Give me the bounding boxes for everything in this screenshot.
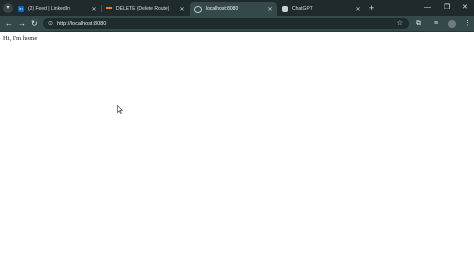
site-info-icon[interactable]: ⊙ (48, 20, 53, 27)
globe-icon (194, 5, 202, 13)
tab-title: ChatGPT (292, 6, 313, 12)
tab-title: localhost:8080 (206, 6, 239, 12)
browser-toolbar: ← → ↻ ⊙ http://localhost:8080 ☆ ⧉ ≡ ⋮ (0, 16, 474, 32)
minimize-button[interactable]: — (424, 2, 431, 14)
new-tab-button[interactable]: + (369, 2, 374, 14)
tab-delete-route[interactable]: DELETE (Delete Route) ✕ (102, 2, 189, 16)
tab-bar: ▾ in (2) Feed | LinkedIn ✕ DELETE (Delet… (0, 0, 474, 16)
window-close-button[interactable]: ✕ (462, 2, 468, 14)
close-icon[interactable]: ✕ (90, 6, 98, 13)
close-icon[interactable]: ✕ (354, 6, 362, 13)
page-content-text: Hi, I'm home (3, 35, 38, 42)
menu-icon[interactable]: ⋮ (464, 19, 471, 29)
forward-button[interactable]: → (18, 18, 26, 29)
tab-title: DELETE (Delete Route) (116, 6, 170, 12)
mouse-cursor-icon (117, 105, 123, 114)
profile-avatar[interactable] (448, 20, 456, 28)
tab-linkedin[interactable]: in (2) Feed | LinkedIn ✕ (14, 2, 101, 16)
tab-localhost[interactable]: localhost:8080 ✕ (190, 2, 277, 16)
close-icon[interactable]: ✕ (266, 6, 274, 13)
extensions-icon[interactable]: ⧉ (416, 19, 421, 29)
media-controls-icon[interactable]: ≡ (434, 19, 438, 29)
maximize-button[interactable]: ❐ (444, 2, 450, 14)
address-url[interactable]: http://localhost:8080 (57, 21, 106, 27)
linkedin-icon: in (18, 6, 24, 12)
tab-search-button[interactable]: ▾ (3, 3, 13, 13)
line-icon (106, 7, 112, 11)
chatgpt-icon (282, 6, 288, 12)
tab-chatgpt[interactable]: ChatGPT ✕ (278, 2, 365, 16)
reload-button[interactable]: ↻ (31, 18, 38, 29)
back-button[interactable]: ← (5, 18, 13, 29)
bookmark-star-icon[interactable]: ☆ (397, 18, 403, 29)
close-icon[interactable]: ✕ (178, 6, 186, 13)
tab-title: (2) Feed | LinkedIn (28, 6, 70, 12)
address-bar[interactable]: ⊙ http://localhost:8080 ☆ (43, 18, 409, 29)
